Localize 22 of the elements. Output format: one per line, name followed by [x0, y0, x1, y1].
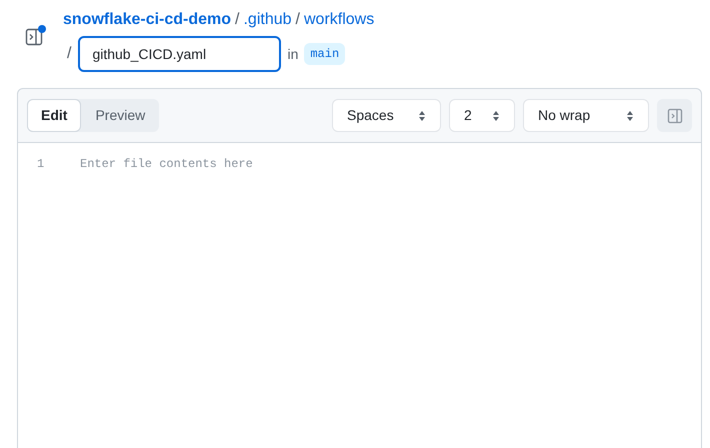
- path-link[interactable]: workflows: [304, 8, 374, 32]
- select-dropdown[interactable]: 2: [449, 99, 515, 132]
- sort-caret-icon: [492, 110, 500, 122]
- side-panel-button[interactable]: [657, 99, 692, 132]
- side-panel-icon: [666, 108, 682, 124]
- path-separator: /: [235, 10, 240, 30]
- in-label: in: [287, 44, 298, 64]
- filename-field[interactable]: github_CICD.yaml: [78, 36, 282, 72]
- file-tree-toggle-icon[interactable]: [25, 26, 47, 46]
- sort-caret-icon: [626, 110, 634, 122]
- select-dropdown[interactable]: No wrap: [523, 99, 649, 132]
- path-link[interactable]: .github: [243, 8, 292, 32]
- placeholder-text: Enter file contents here: [80, 156, 253, 173]
- path-separator: /: [296, 10, 300, 30]
- path-separator: /: [67, 44, 72, 64]
- tab[interactable]: Preview: [81, 99, 160, 132]
- line-number: 1: [37, 156, 46, 173]
- select-dropdown[interactable]: Spaces: [332, 99, 441, 132]
- repo-link[interactable]: snowflake-ci-cd-demo: [63, 8, 232, 32]
- tab[interactable]: Edit: [27, 99, 82, 132]
- sort-caret-icon: [418, 110, 426, 122]
- branch-label: main: [304, 43, 346, 65]
